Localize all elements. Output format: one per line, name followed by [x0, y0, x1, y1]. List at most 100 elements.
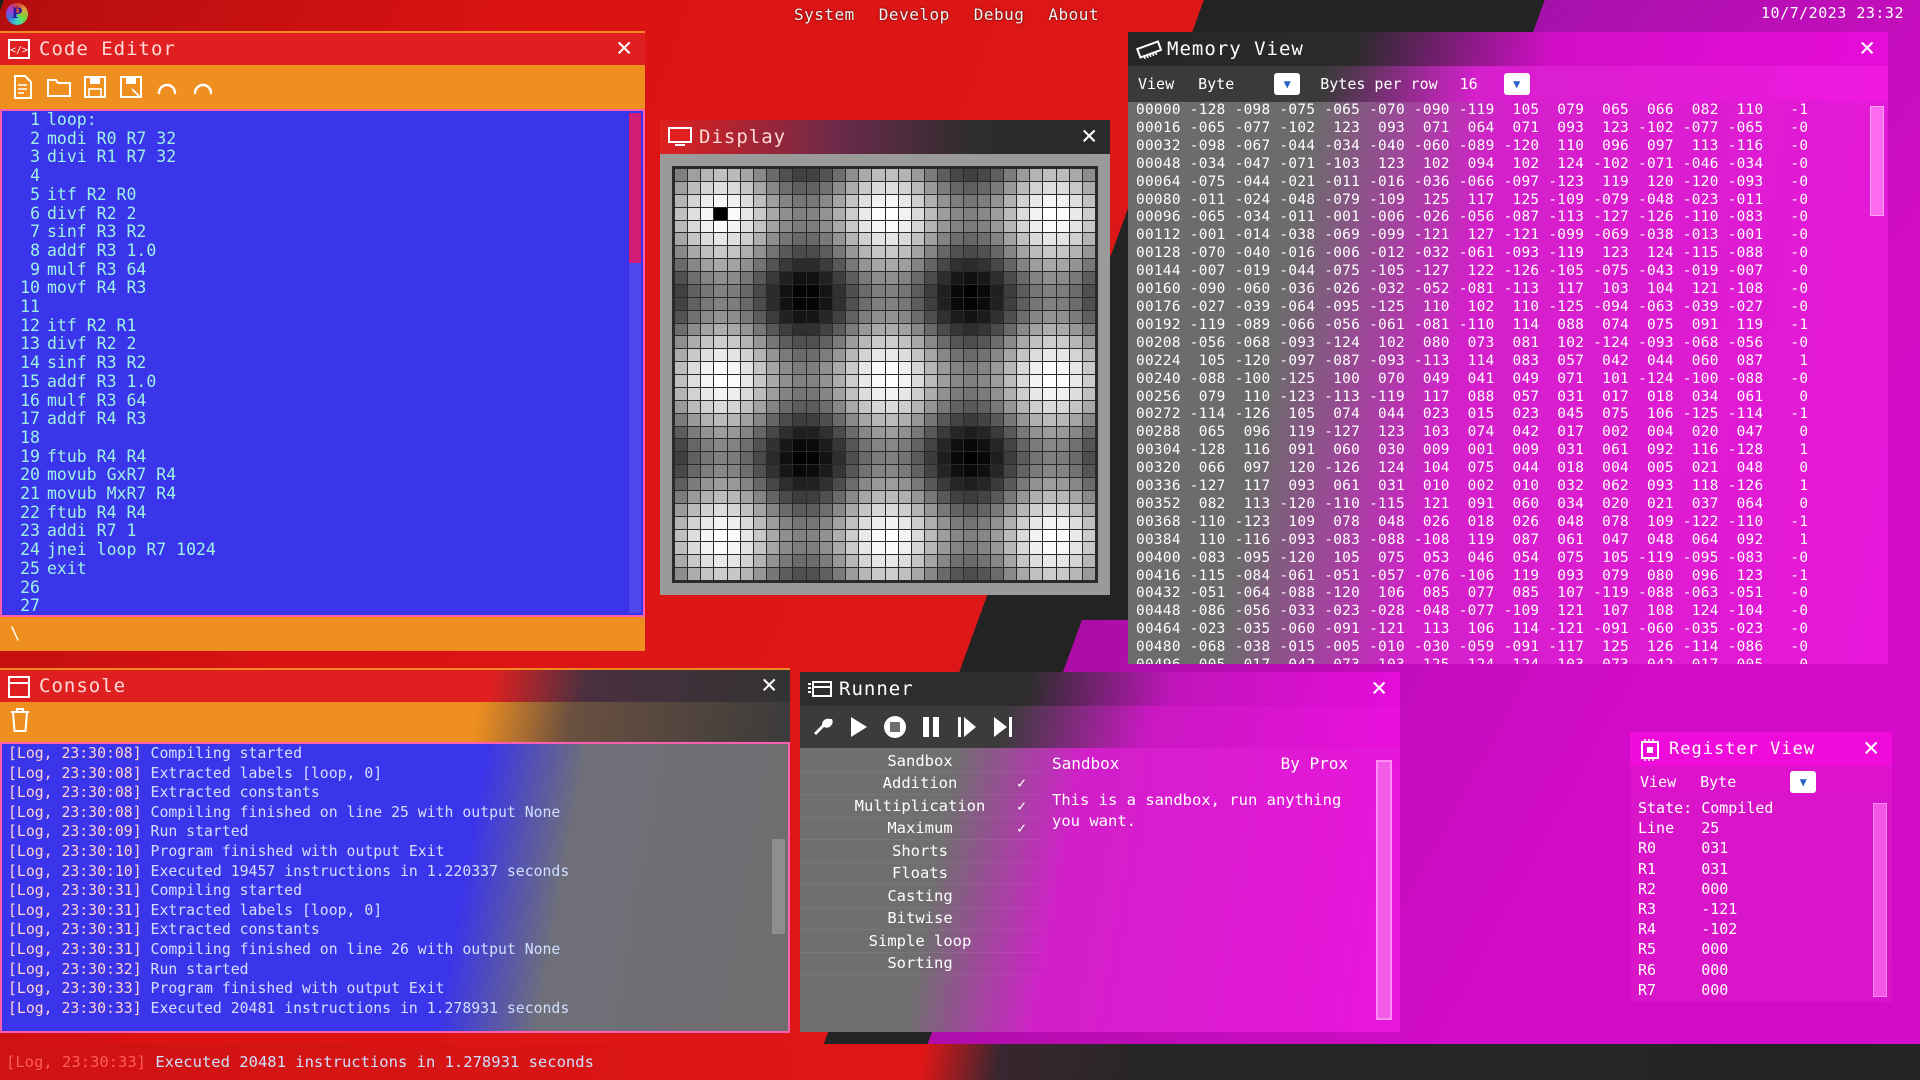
menu-item-system[interactable]: System	[794, 5, 855, 24]
display-pixel	[833, 504, 845, 516]
skip-end-icon[interactable]	[990, 714, 1016, 740]
close-icon[interactable]: ✕	[1858, 39, 1876, 60]
display-pixel	[964, 324, 976, 336]
pause-icon[interactable]	[918, 714, 944, 740]
close-icon[interactable]: ✕	[1862, 739, 1880, 760]
play-icon[interactable]	[846, 714, 872, 740]
display-pixel	[728, 336, 740, 348]
display-pixel	[741, 452, 753, 464]
display-pixel	[1030, 388, 1042, 400]
memory-view-window: Memory View ✕ View Byte ▼ Bytes per row …	[1128, 32, 1888, 664]
code-line-number: 17	[10, 410, 40, 429]
memory-row: 00400 -083 -095 -120 105 075 053 046 054…	[1128, 550, 1888, 568]
display-pixel	[964, 246, 976, 258]
memory-view-titlebar[interactable]: Memory View ✕	[1128, 32, 1888, 66]
register-view-controls: View Byte ▼	[1630, 766, 1892, 798]
register-view-scrollbar[interactable]	[1873, 803, 1887, 997]
display-pixel	[820, 324, 832, 336]
menu-item-develop[interactable]: Develop	[879, 5, 950, 24]
display-pixel	[793, 298, 805, 310]
code-editor-scrollbar-thumb[interactable]	[629, 113, 641, 263]
display-pixel	[978, 504, 990, 516]
register-view-rows[interactable]: State: CompiledLine 25R0 031R1 031R2 000…	[1630, 798, 1892, 1002]
runner-program-item[interactable]: Simple loop	[800, 930, 1040, 953]
display-pixel	[1043, 517, 1055, 529]
menu-item-about[interactable]: About	[1048, 5, 1099, 24]
code-editor-text-area[interactable]: 1loop:2modi R0 R7 323divi R1 R7 3245itf …	[0, 109, 645, 617]
close-icon[interactable]: ✕	[615, 39, 633, 60]
memory-view-rows[interactable]: 00000 -128 -098 -075 -065 -070 -090 -119…	[1128, 102, 1888, 664]
display-pixel	[767, 324, 779, 336]
memory-view-mode-dropdown[interactable]: ▼	[1274, 73, 1300, 95]
memory-row-bytes: 110 -116 -093 -083 -088 -108 119 087 061…	[1181, 532, 1808, 548]
display-pixel	[754, 452, 766, 464]
code-line-text: ftub R4 R4	[47, 447, 146, 466]
console-titlebar[interactable]: Console ✕	[0, 668, 790, 702]
display-pixel	[1030, 324, 1042, 336]
code-line: 15addf R3 1.0	[2, 373, 643, 392]
open-folder-icon[interactable]	[44, 72, 74, 102]
trash-icon[interactable]	[8, 706, 32, 738]
close-icon[interactable]: ✕	[1080, 127, 1098, 148]
runner-program-item[interactable]: Casting	[800, 885, 1040, 908]
display-pixel	[991, 414, 1003, 426]
display-pixel	[1057, 452, 1069, 464]
runner-program-item[interactable]: Addition✓	[800, 773, 1040, 796]
display-pixel	[701, 233, 713, 245]
display-pixel	[741, 221, 753, 233]
app-logo[interactable]: P	[0, 0, 34, 28]
display-pixel	[1083, 568, 1095, 580]
display-pixel	[701, 439, 713, 451]
runner-program-item[interactable]: Maximum✓	[800, 818, 1040, 841]
display-titlebar[interactable]: Display ✕	[660, 120, 1110, 154]
register-view-titlebar[interactable]: Register View ✕	[1630, 732, 1892, 766]
wrench-icon[interactable]	[810, 714, 836, 740]
redo-icon[interactable]	[188, 72, 218, 102]
runner-program-item[interactable]: Floats	[800, 863, 1040, 886]
stop-icon[interactable]	[882, 714, 908, 740]
display-pixel	[938, 439, 950, 451]
display-pixel	[912, 311, 924, 323]
close-icon[interactable]: ✕	[1370, 679, 1388, 700]
save-icon[interactable]	[80, 72, 110, 102]
memory-row-address: 00160	[1136, 281, 1181, 297]
runner-titlebar[interactable]: Runner ✕	[800, 672, 1400, 706]
menu-item-debug[interactable]: Debug	[974, 5, 1025, 24]
console-log-area[interactable]: [Log, 23:30:08] Compiling started[Log, 2…	[0, 742, 790, 1033]
display-pixel	[793, 439, 805, 451]
display-pixel	[1057, 555, 1069, 567]
display-pixel	[714, 568, 726, 580]
runner-scrollbar[interactable]	[1376, 760, 1392, 1020]
save-as-icon[interactable]	[116, 72, 146, 102]
memory-stick-icon	[1136, 39, 1158, 59]
display-pixel	[833, 285, 845, 297]
undo-icon[interactable]	[152, 72, 182, 102]
bytes-per-row-dropdown[interactable]: ▼	[1504, 73, 1530, 95]
display-pixel	[1004, 182, 1016, 194]
runner-program-item[interactable]: Sorting	[800, 953, 1040, 976]
console-line-timestamp: [Log, 23:30:31]	[8, 941, 142, 958]
display-pixel	[793, 285, 805, 297]
display-pixel	[688, 452, 700, 464]
memory-view-scrollbar[interactable]	[1870, 106, 1884, 216]
code-editor-scrollbar[interactable]	[629, 113, 641, 613]
runner-program-item[interactable]: Bitwise	[800, 908, 1040, 931]
register-view-mode-dropdown[interactable]: ▼	[1790, 771, 1816, 793]
code-editor-titlebar[interactable]: </> Code Editor ✕	[0, 31, 645, 65]
runner-program-item[interactable]: Sandbox	[800, 750, 1040, 773]
display-pixel	[820, 285, 832, 297]
display-pixel	[951, 401, 963, 413]
display-pixel	[1083, 401, 1095, 413]
display-pixel	[793, 452, 805, 464]
runner-program-item[interactable]: Multiplication✓	[800, 795, 1040, 818]
display-pixel	[688, 427, 700, 439]
memory-row-bytes: -075 -044 -021 -011 -016 -036 -066 -097 …	[1181, 174, 1808, 190]
new-file-icon[interactable]	[8, 72, 38, 102]
close-icon[interactable]: ✕	[760, 676, 778, 697]
step-icon[interactable]	[954, 714, 980, 740]
display-pixel	[1070, 568, 1082, 580]
display-pixel	[820, 452, 832, 464]
runner-program-item[interactable]: Shorts	[800, 840, 1040, 863]
console-scrollbar[interactable]	[772, 839, 785, 934]
display-pixel	[859, 452, 871, 464]
